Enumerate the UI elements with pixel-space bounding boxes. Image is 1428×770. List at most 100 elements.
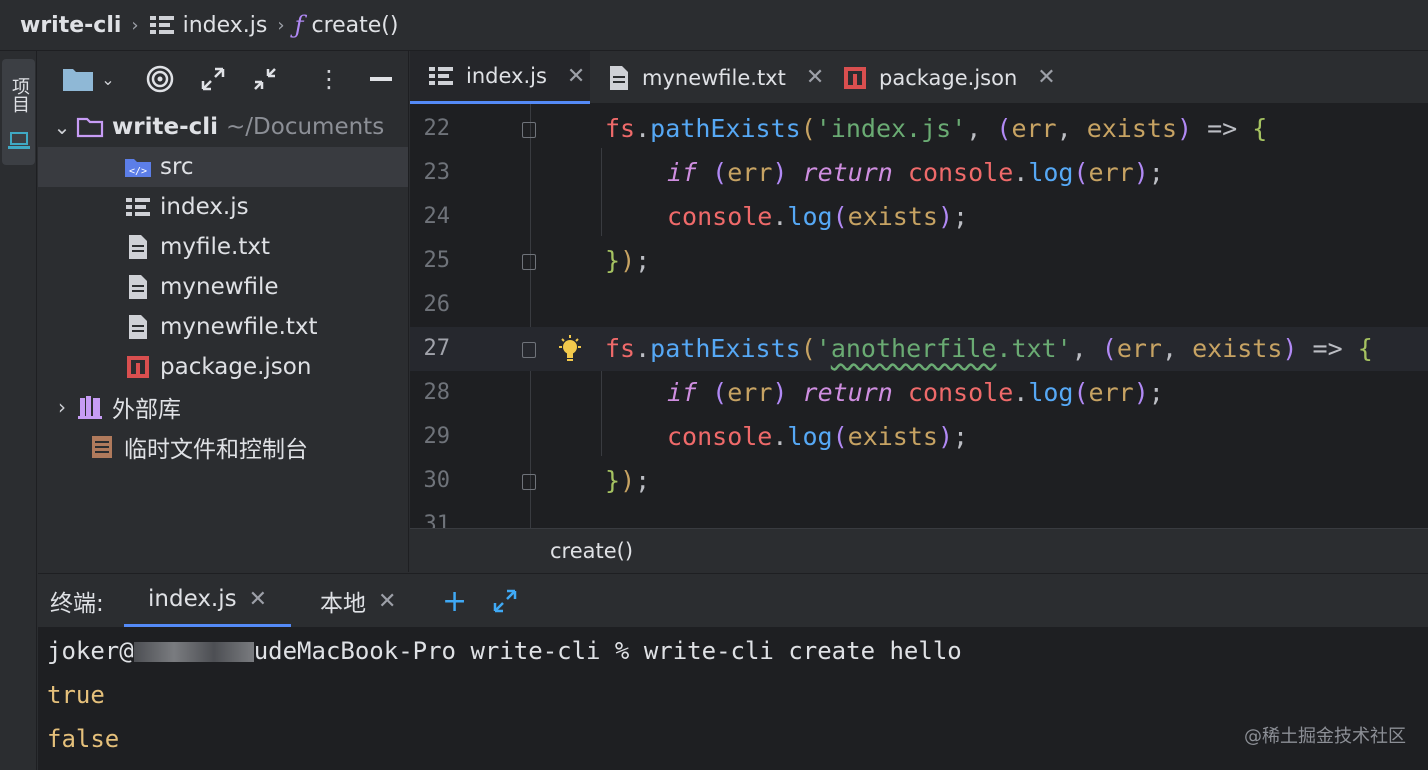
project-tool-label: 项目 <box>9 77 30 113</box>
tree-external-libs-label: 外部库 <box>112 397 181 423</box>
terminal-output-line: false <box>47 725 120 753</box>
line-number: 31 <box>423 512 451 528</box>
text-file-icon <box>610 65 628 90</box>
tree-root-path: ~/Documents <box>226 114 385 140</box>
line-number: 29 <box>423 424 451 449</box>
terminal-title-label: 终端: <box>50 591 104 617</box>
tree-root-name: write-cli <box>112 114 219 140</box>
tree-item-label: mynewfile <box>160 274 279 300</box>
tab-package-json[interactable]: package.json ✕ <box>825 51 1065 104</box>
tree-scratches-label: 临时文件和控制台 <box>124 437 308 463</box>
tree-scratches[interactable]: 临时文件和控制台 <box>38 427 408 467</box>
tree-item-index-js[interactable]: index.js <box>38 187 408 227</box>
editor-breadcrumb-bar: create() <box>410 528 1428 572</box>
tree-item-mynewfile-txt[interactable]: mynewfile.txt <box>38 307 408 347</box>
tab-label: package.json <box>879 65 1018 90</box>
breadcrumb-project[interactable]: write-cli <box>20 13 121 38</box>
line-number: 25 <box>423 248 451 273</box>
locate-file-button[interactable] <box>143 63 177 95</box>
breadcrumb-symbol-label: create() <box>311 12 399 38</box>
maximize-terminal-button[interactable] <box>492 574 518 628</box>
collapse-all-button[interactable] <box>248 63 282 95</box>
fold-marker[interactable] <box>522 342 536 358</box>
chevron-right-icon[interactable]: › <box>50 395 74 419</box>
terminal-tab-index-js[interactable]: index.js ✕ <box>124 574 292 628</box>
code-text: console.log(exists); <box>667 422 969 451</box>
more-vertical-icon: ⋮ <box>317 65 341 93</box>
chevron-right-icon: › <box>277 14 285 36</box>
js-file-icon <box>149 16 174 34</box>
chevron-down-icon: ⌄ <box>101 69 115 89</box>
terminal-tab-bar: 终端: index.js ✕ 本地 ✕ + <box>38 573 1428 628</box>
breadcrumb-file-label: index.js <box>182 12 268 38</box>
code-line: 22 fs.pathExists('index.js', (err, exist… <box>410 107 1428 151</box>
tree-item-label: package.json <box>160 354 312 380</box>
expand-icon <box>201 67 225 91</box>
code-editor[interactable]: 22 fs.pathExists('index.js', (err, exist… <box>410 104 1428 528</box>
tree-item-label: index.js <box>160 194 249 220</box>
code-text: }); <box>605 246 651 275</box>
close-icon[interactable]: ✕ <box>1037 65 1055 90</box>
editor-footer-crumb[interactable]: create() <box>550 539 633 563</box>
code-line: 23 if (err) return console.log(err); <box>410 151 1428 195</box>
line-number: 24 <box>423 204 451 229</box>
text-file-icon <box>122 314 154 340</box>
folder-src-icon: </> <box>122 154 154 180</box>
npm-icon <box>122 354 154 380</box>
text-file-icon <box>122 274 154 300</box>
library-icon <box>74 394 106 420</box>
tree-root[interactable]: ⌄ write-cli ~/Documents <box>38 107 408 147</box>
terminal-prompt-line: joker@ udeMacBook-Pro write-cli % write-c… <box>47 637 962 665</box>
prompt-command: udeMacBook-Pro write-cli % write-cli cre… <box>253 637 962 665</box>
project-view-selector[interactable]: ⌄ <box>58 63 118 95</box>
code-line: 24 console.log(exists); <box>410 195 1428 239</box>
tree-item-package-json[interactable]: package.json <box>38 347 408 387</box>
code-text: fs.pathExists('index.js', (err, exists) … <box>605 114 1268 143</box>
folder-icon <box>63 69 94 91</box>
new-terminal-button[interactable]: + <box>442 574 467 628</box>
tree-item-src[interactable]: </> src <box>38 147 408 187</box>
close-icon[interactable]: ✕ <box>806 65 824 90</box>
breadcrumb: write-cli › index.js › ƒ create() <box>0 0 1428 50</box>
tab-index-js[interactable]: index.js ✕ <box>410 51 590 104</box>
plus-icon: + <box>442 583 468 619</box>
prompt-user: joker@ <box>47 637 134 665</box>
hide-panel-button[interactable] <box>366 63 396 95</box>
code-line: 29 console.log(exists); <box>410 415 1428 459</box>
fold-marker[interactable] <box>522 474 536 490</box>
expand-all-button[interactable] <box>196 63 230 95</box>
fold-marker[interactable] <box>522 254 536 270</box>
target-icon <box>146 65 174 93</box>
npm-icon <box>844 66 866 89</box>
close-icon[interactable]: ✕ <box>378 589 396 614</box>
code-line: 26 <box>410 283 1428 327</box>
terminal-output[interactable]: joker@ udeMacBook-Pro write-cli % write-c… <box>38 627 1428 770</box>
tree-item-myfile-txt[interactable]: myfile.txt <box>38 227 408 267</box>
tree-item-label: src <box>160 154 194 180</box>
code-text: console.log(exists); <box>667 202 969 231</box>
code-line-current: 27 fs.pathExists('anotherfile.txt', (err… <box>410 327 1428 371</box>
tree-item-mynewfile[interactable]: mynewfile <box>38 267 408 307</box>
options-button[interactable]: ⋮ <box>316 63 342 95</box>
project-panel: ⌄ ⋮ ⌄ write-cli ~/Documents </> src inde… <box>38 51 409 572</box>
text-file-icon <box>122 234 154 260</box>
breadcrumb-file[interactable]: index.js <box>149 12 268 38</box>
terminal-tab-local[interactable]: 本地 ✕ <box>320 574 396 628</box>
code-line: 31 <box>410 503 1428 528</box>
chevron-down-icon[interactable]: ⌄ <box>50 115 74 139</box>
js-file-icon <box>429 67 453 85</box>
breadcrumb-symbol[interactable]: ƒ create() <box>295 11 399 39</box>
close-icon[interactable]: ✕ <box>567 64 585 89</box>
code-text: }); <box>605 466 651 495</box>
tree-external-libs[interactable]: › 外部库 <box>38 387 408 427</box>
line-number: 28 <box>423 380 451 405</box>
project-tool-button[interactable]: 项目 <box>2 59 35 165</box>
close-icon[interactable]: ✕ <box>249 587 267 612</box>
folder-icon <box>74 114 106 140</box>
line-number: 30 <box>423 468 451 493</box>
tree-item-label: myfile.txt <box>160 234 271 260</box>
function-icon: ƒ <box>294 11 304 39</box>
fold-marker[interactable] <box>522 122 536 138</box>
lightbulb-icon[interactable] <box>556 334 584 364</box>
tab-mynewfile-txt[interactable]: mynewfile.txt ✕ <box>590 51 825 104</box>
